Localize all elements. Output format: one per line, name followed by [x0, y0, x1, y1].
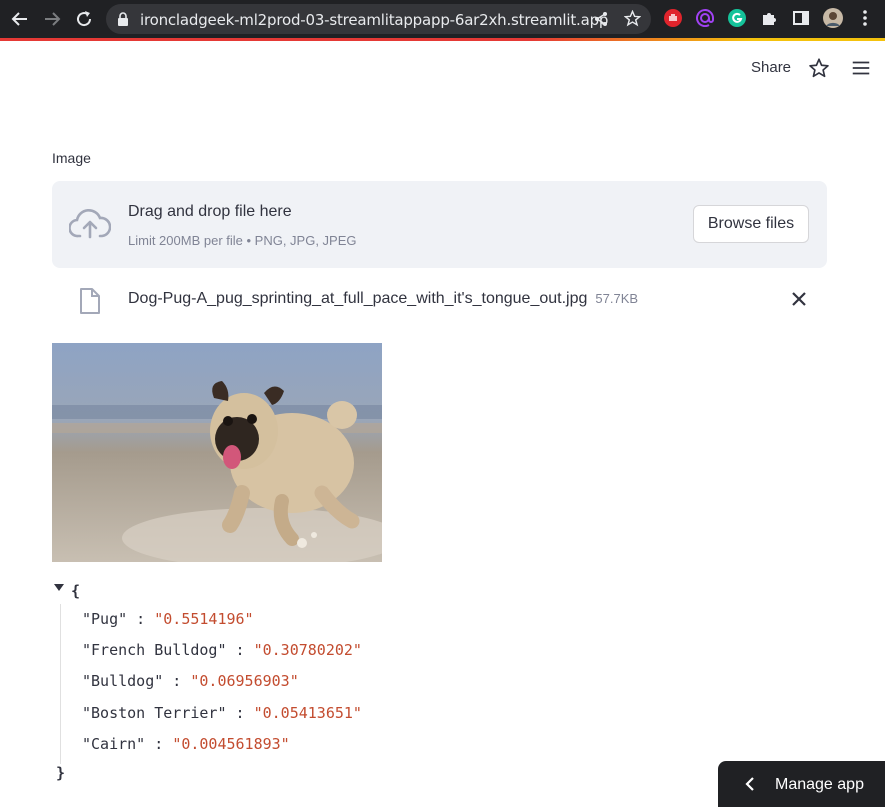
chevron-left-icon [745, 777, 754, 791]
json-row: "Bulldog" : "0.06956903" [82, 672, 299, 690]
json-open-brace: { [71, 582, 81, 600]
uploader-label: Image [52, 150, 91, 166]
file-name: Dog-Pug-A_pug_sprinting_at_full_pace_wit… [128, 290, 588, 307]
json-value: "0.30780202" [253, 641, 362, 659]
share-button[interactable]: Share [751, 59, 791, 76]
json-key: "Boston Terrier" [82, 704, 227, 722]
json-value: "0.06956903" [190, 672, 299, 690]
bookmark-star-icon[interactable] [624, 10, 641, 27]
reload-button[interactable] [72, 7, 96, 31]
json-indent-guide [60, 604, 61, 764]
back-button[interactable] [8, 7, 32, 31]
url-text: ironcladgeek-ml2prod-03-streamlitappapp-… [140, 11, 609, 29]
lock-icon [118, 12, 128, 26]
browse-files-button[interactable]: Browse files [693, 205, 809, 243]
collapse-toggle[interactable] [54, 584, 64, 591]
puzzle-icon[interactable] [759, 8, 779, 28]
json-row: "Pug" : "0.5514196" [82, 610, 254, 628]
stop-hand-icon[interactable] [663, 8, 683, 28]
file-dropzone[interactable]: Drag and drop file here Limit 200MB per … [52, 181, 827, 268]
forward-button[interactable] [40, 7, 64, 31]
json-value: "0.004561893" [172, 735, 290, 753]
file-icon [80, 288, 100, 314]
close-icon[interactable] [790, 290, 808, 308]
json-row: "Boston Terrier" : "0.05413651" [82, 704, 362, 722]
json-row: "Cairn" : "0.004561893" [82, 735, 290, 753]
uploaded-file-row: Dog-Pug-A_pug_sprinting_at_full_pace_wit… [52, 284, 827, 318]
cloud-upload-icon [69, 208, 111, 239]
reload-icon [77, 11, 92, 27]
star-icon[interactable] [808, 57, 830, 79]
json-key: "Pug" [82, 610, 128, 628]
browser-toolbar: ironcladgeek-ml2prod-03-streamlitappapp-… [0, 0, 885, 38]
hamburger-menu-icon[interactable] [850, 57, 872, 79]
at-sign-icon[interactable] [695, 8, 715, 28]
avatar[interactable] [823, 8, 843, 28]
arrow-right-icon [45, 12, 61, 26]
sidebar-icon[interactable] [791, 8, 811, 28]
json-key: "Bulldog" [82, 672, 164, 690]
uploaded-image [52, 343, 382, 562]
dropzone-subtitle: Limit 200MB per file • PNG, JPG, JPEG [128, 233, 357, 248]
manage-app-button[interactable]: Manage app [718, 761, 885, 807]
json-close-brace: } [56, 764, 66, 782]
dropzone-title: Drag and drop file here [128, 203, 292, 220]
file-size: 57.7KB [595, 291, 639, 306]
json-value: "0.5514196" [154, 610, 254, 628]
json-row: "French Bulldog" : "0.30780202" [82, 641, 362, 659]
json-key: "French Bulldog" [82, 641, 227, 659]
grammarly-icon[interactable] [727, 8, 747, 28]
json-key: "Cairn" [82, 735, 146, 753]
arrow-left-icon [11, 12, 27, 26]
streamlit-top-decoration [0, 38, 885, 41]
share-icon[interactable] [593, 11, 609, 27]
more-vert-icon[interactable] [855, 8, 875, 28]
json-value: "0.05413651" [253, 704, 362, 722]
address-bar[interactable]: ironcladgeek-ml2prod-03-streamlitappapp-… [106, 4, 651, 34]
manage-app-label: Manage app [775, 776, 864, 793]
file-name-line: Dog-Pug-A_pug_sprinting_at_full_pace_wit… [128, 290, 638, 308]
